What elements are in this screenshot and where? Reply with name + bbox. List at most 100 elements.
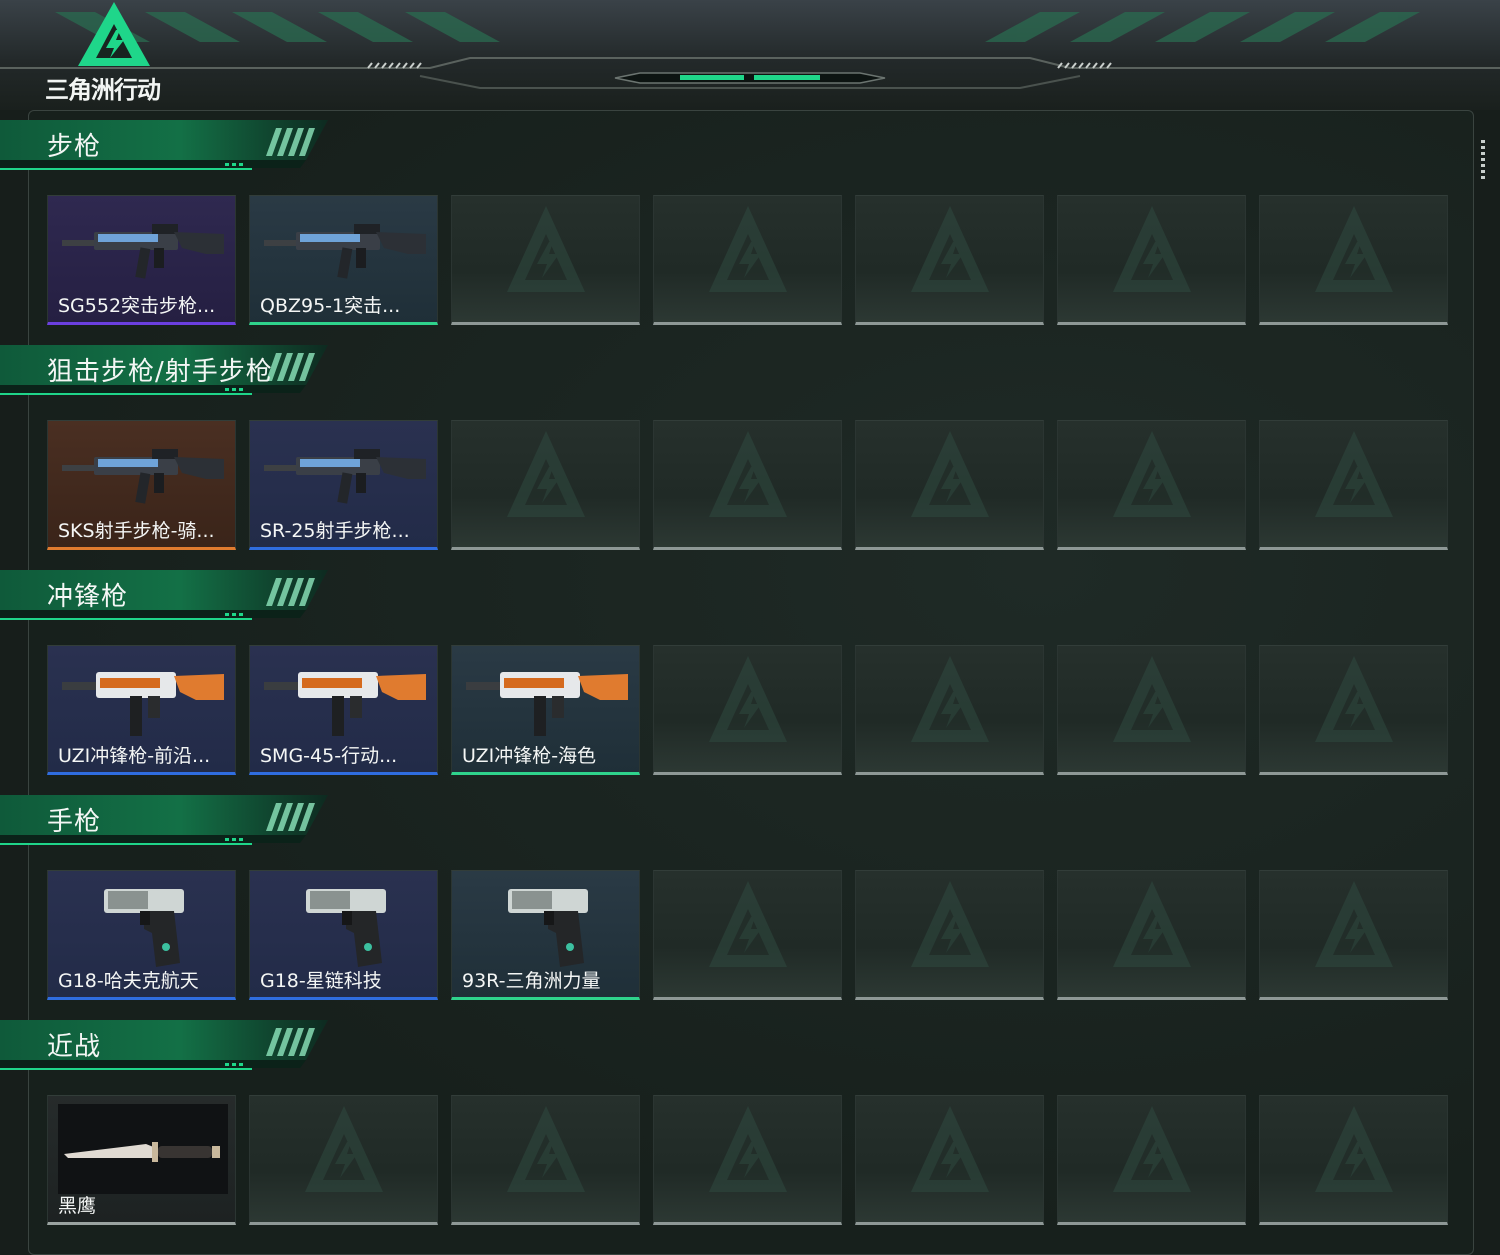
empty-slot-delta-icon [911, 1106, 989, 1192]
empty-slot-delta-icon [911, 431, 989, 517]
weapon-skin-name: G18-星链科技 [260, 970, 382, 992]
marksman-rifle-icon [62, 449, 224, 504]
weapon-skin-card[interactable]: SR-25射手步枪... [249, 420, 438, 550]
section-header: 冲锋枪 [0, 570, 330, 620]
section-header: 步枪 [0, 120, 330, 170]
marksman-rifle-icon [264, 449, 426, 504]
empty-slot-delta-icon [911, 881, 989, 967]
empty-slot-delta-icon [709, 206, 787, 292]
weapon-skin-name: SKS射手步枪-骑... [58, 520, 215, 542]
empty-slot [1259, 420, 1448, 550]
empty-slot-delta-icon [507, 431, 585, 517]
empty-slot [1259, 195, 1448, 325]
weapon-skin-name: SR-25射手步枪... [260, 520, 410, 542]
empty-slot-delta-icon [1113, 431, 1191, 517]
item-slot-row: UZI冲锋枪-前沿... SMG-45-行动... UZI冲锋枪-海色 [47, 645, 1451, 777]
empty-slot-delta-icon [709, 656, 787, 742]
empty-slot [1057, 1095, 1246, 1225]
assault-rifle-icon [62, 224, 224, 279]
empty-slot-delta-icon [507, 206, 585, 292]
weapon-skin-name: G18-哈夫克航天 [58, 970, 199, 992]
pistol-icon [104, 889, 184, 967]
weapon-skin-name: SMG-45-行动... [260, 745, 398, 767]
section-header: 手枪 [0, 795, 330, 845]
empty-slot [1259, 870, 1448, 1000]
empty-slot [451, 195, 640, 325]
weapon-skin-name: UZI冲锋枪-海色 [462, 745, 597, 767]
weapon-skin-name: SG552突击步枪... [58, 295, 216, 317]
knife-icon [58, 1104, 228, 1194]
header-decoration [0, 12, 1500, 89]
empty-slot [1259, 645, 1448, 775]
top-header: 三角洲行动 [0, 0, 1500, 110]
weapon-skin-card[interactable]: G18-星链科技 [249, 870, 438, 1000]
empty-slot [653, 870, 842, 1000]
empty-slot [1057, 870, 1246, 1000]
empty-slot [249, 1095, 438, 1225]
empty-slot-delta-icon [1315, 206, 1393, 292]
empty-slot-delta-icon [709, 881, 787, 967]
item-slot-row: 黑鹰 [47, 1095, 1451, 1227]
section-title: 冲锋枪 [47, 582, 129, 612]
weapon-skin-card[interactable]: UZI冲锋枪-海色 [451, 645, 640, 775]
section-title: 近战 [47, 1032, 102, 1062]
weapon-skin-card[interactable]: SMG-45-行动... [249, 645, 438, 775]
smg-icon [264, 672, 426, 736]
item-slot-row: SG552突击步枪... QBZ95-1突击... [47, 195, 1451, 327]
empty-slot-delta-icon [1113, 1106, 1191, 1192]
empty-slot [1057, 195, 1246, 325]
empty-slot-delta-icon [305, 1106, 383, 1192]
pistol-icon [508, 889, 588, 967]
section-header: 近战 [0, 1020, 330, 1070]
empty-slot [653, 195, 842, 325]
section-title: 手枪 [47, 807, 102, 837]
scrollbar-indicator[interactable] [1481, 140, 1485, 180]
empty-slot [451, 1095, 640, 1225]
empty-slot-delta-icon [709, 431, 787, 517]
section-header: 狙击步枪/射手步枪 [0, 345, 330, 395]
empty-slot-delta-icon [1315, 431, 1393, 517]
empty-slot [653, 420, 842, 550]
weapon-skin-card[interactable]: QBZ95-1突击... [249, 195, 438, 325]
empty-slot [653, 645, 842, 775]
empty-slot [653, 1095, 842, 1225]
smg-icon [62, 672, 224, 736]
weapon-skin-card[interactable]: 93R-三角洲力量 [451, 870, 640, 1000]
bullpup-rifle-icon [264, 224, 426, 279]
empty-slot-delta-icon [1113, 656, 1191, 742]
weapon-skin-name: 93R-三角洲力量 [462, 970, 601, 992]
empty-slot [451, 420, 640, 550]
empty-slot-delta-icon [911, 656, 989, 742]
section-title: 步枪 [47, 132, 102, 162]
empty-slot-delta-icon [911, 206, 989, 292]
empty-slot [855, 195, 1044, 325]
empty-slot [855, 420, 1044, 550]
empty-slot-delta-icon [1315, 881, 1393, 967]
item-slot-row: G18-哈夫克航天 G18-星链科技 93R-三角洲力量 [47, 870, 1451, 1002]
item-slot-row: SKS射手步枪-骑... SR-25射手步枪... [47, 420, 1451, 552]
weapon-skin-card[interactable]: UZI冲锋枪-前沿... [47, 645, 236, 775]
empty-slot [1057, 645, 1246, 775]
weapon-skin-name: 黑鹰 [58, 1195, 97, 1217]
empty-slot [855, 1095, 1044, 1225]
weapon-skin-card[interactable]: G18-哈夫克航天 [47, 870, 236, 1000]
empty-slot-delta-icon [1315, 656, 1393, 742]
empty-slot-delta-icon [1113, 881, 1191, 967]
game-logo: 三角洲行动 [40, 0, 190, 105]
empty-slot [855, 645, 1044, 775]
weapon-skin-card[interactable]: 黑鹰 [47, 1095, 236, 1225]
weapon-skin-card[interactable]: SG552突击步枪... [47, 195, 236, 325]
empty-slot-delta-icon [1113, 206, 1191, 292]
empty-slot [855, 870, 1044, 1000]
logo-text: 三角洲行动 [45, 76, 161, 104]
empty-slot-delta-icon [709, 1106, 787, 1192]
weapon-skin-name: UZI冲锋枪-前沿... [58, 745, 211, 767]
smg-icon [466, 672, 628, 736]
delta-logo-icon [78, 2, 150, 66]
weapon-skin-name: QBZ95-1突击... [260, 295, 401, 317]
empty-slot-delta-icon [1315, 1106, 1393, 1192]
section-title: 狙击步枪/射手步枪 [47, 357, 273, 387]
empty-slot [1259, 1095, 1448, 1225]
empty-slot [1057, 420, 1246, 550]
weapon-skin-card[interactable]: SKS射手步枪-骑... [47, 420, 236, 550]
